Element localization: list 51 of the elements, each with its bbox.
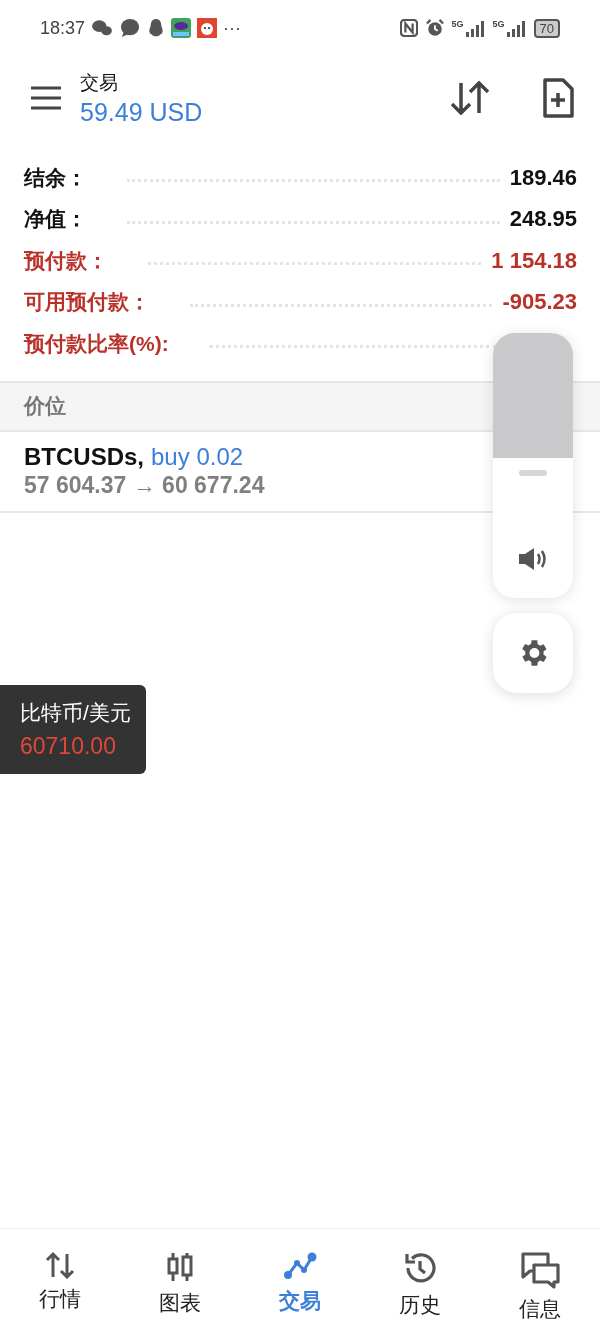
nav-tab[interactable]: 信息 bbox=[480, 1229, 600, 1333]
app-icon bbox=[197, 18, 218, 38]
app-icon bbox=[171, 18, 192, 38]
account-value: -905.23 bbox=[502, 289, 577, 316]
account-value: 248.95 bbox=[509, 206, 577, 233]
speaker-icon bbox=[517, 546, 549, 572]
nav-tab[interactable]: 图表 bbox=[120, 1229, 240, 1333]
more-notifications: ··· bbox=[223, 17, 242, 39]
nfc-icon bbox=[399, 19, 418, 37]
signal-icon bbox=[464, 19, 485, 37]
alarm-icon bbox=[425, 19, 444, 37]
position-prices: 57 604.37 → 60 677.24 bbox=[24, 471, 265, 499]
network-type: 5G bbox=[492, 19, 505, 29]
account-label: 净值： bbox=[24, 206, 87, 233]
line-chart-icon bbox=[283, 1251, 317, 1281]
network-type: 5G bbox=[451, 19, 464, 29]
settings-button[interactable] bbox=[493, 613, 573, 693]
candlestick-icon bbox=[165, 1251, 195, 1283]
account-label: 可用预付款： bbox=[24, 289, 150, 316]
new-order-button[interactable] bbox=[542, 78, 574, 118]
account-value: 1 154.18 bbox=[491, 247, 577, 274]
up-down-arrows-icon bbox=[45, 1251, 75, 1279]
sort-button[interactable] bbox=[450, 81, 490, 115]
symbol-price: 60710.00 bbox=[20, 733, 117, 760]
nav-tab[interactable]: 交易 bbox=[240, 1229, 360, 1333]
account-label: 预付款： bbox=[24, 247, 108, 274]
screen-title: 交易 bbox=[80, 70, 119, 95]
chat-bubble-icon bbox=[119, 18, 142, 38]
history-icon bbox=[403, 1251, 437, 1285]
sort-arrows-icon bbox=[450, 81, 490, 115]
position-side: buy 0.02 bbox=[151, 442, 244, 471]
menu-button[interactable] bbox=[30, 86, 62, 110]
account-label: 结余： bbox=[24, 164, 87, 191]
clock: 18:37 bbox=[40, 17, 86, 39]
account-label: 预付款比率(%): bbox=[24, 330, 169, 357]
position-symbol: BTCUSDs, bbox=[24, 442, 144, 471]
signal-icon bbox=[505, 19, 526, 37]
document-plus-icon bbox=[542, 78, 574, 118]
account-balance: 59.49 USD bbox=[80, 97, 203, 127]
battery-indicator: 70 bbox=[533, 18, 560, 38]
slider-handle[interactable] bbox=[519, 469, 547, 476]
section-header: 价位 bbox=[24, 393, 66, 419]
chat-bubbles-icon bbox=[520, 1251, 560, 1289]
menu-icon bbox=[30, 86, 62, 110]
volume-fill[interactable] bbox=[493, 457, 573, 598]
account-value: 189.46 bbox=[509, 164, 577, 191]
nav-tab[interactable]: 行情 bbox=[0, 1229, 120, 1333]
chat-bubbles-icon bbox=[91, 19, 114, 37]
nav-tab[interactable]: 历史 bbox=[360, 1229, 480, 1333]
symbol-name: 比特币/美元 bbox=[20, 700, 132, 726]
penguin-icon bbox=[147, 18, 166, 38]
